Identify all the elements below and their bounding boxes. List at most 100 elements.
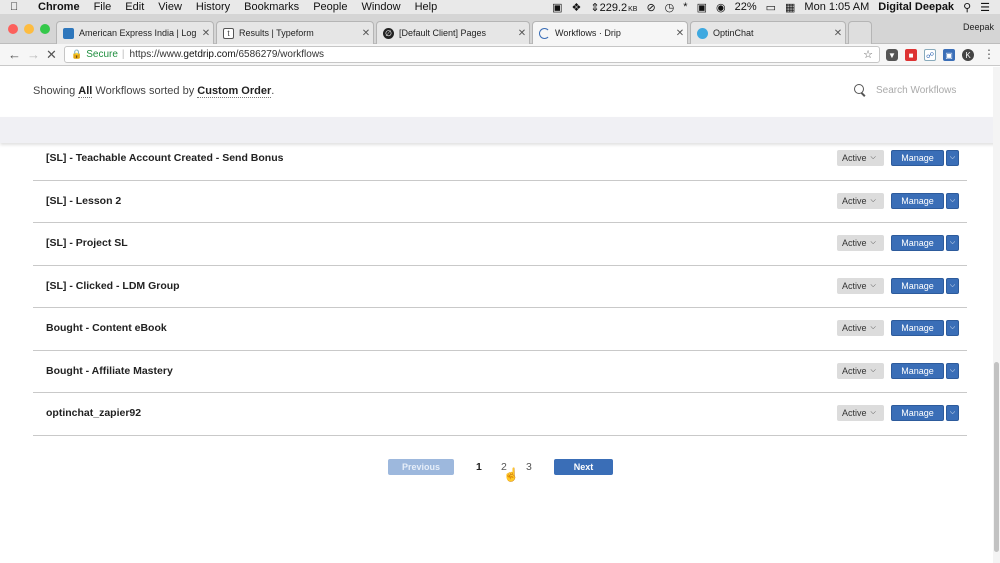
menu-view[interactable]: View: [158, 1, 182, 13]
search-workflows-input[interactable]: [876, 84, 966, 96]
notification-center-icon[interactable]: ☰: [980, 1, 990, 14]
previous-page-button[interactable]: Previous: [388, 459, 454, 475]
manage-dropdown-toggle[interactable]: ⌵: [946, 277, 959, 294]
extension-icon[interactable]: ▣: [943, 49, 955, 61]
window-minimize-button[interactable]: [24, 24, 34, 34]
filter-dropdown[interactable]: All: [78, 85, 93, 98]
battery-icon[interactable]: ▭: [766, 1, 776, 14]
network-speed: ⇕229.2KB: [590, 1, 638, 14]
tab-typeform[interactable]: t Results | Typeform ✕: [216, 21, 374, 44]
manage-button[interactable]: Manage: [891, 235, 944, 251]
extension-badge-icon[interactable]: ■: [905, 49, 917, 61]
workflow-name[interactable]: [SL] - Teachable Account Created - Send …: [46, 152, 283, 164]
tab-american-express[interactable]: American Express India | Log i ✕: [56, 21, 214, 44]
tab-close-icon[interactable]: ✕: [359, 28, 373, 39]
status-dropdown[interactable]: Active ⌵: [837, 405, 884, 421]
manage-button[interactable]: Manage: [891, 362, 944, 379]
workflow-name[interactable]: [SL] - Lesson 2: [46, 195, 121, 207]
page-1-link[interactable]: 1: [476, 461, 482, 473]
status-dropdown[interactable]: Active ⌵: [837, 362, 884, 379]
workflow-name[interactable]: [SL] - Clicked - LDM Group: [46, 280, 180, 292]
wifi-icon[interactable]: ◉: [716, 1, 726, 14]
menu-people[interactable]: People: [313, 1, 347, 13]
manage-dropdown-toggle[interactable]: ⌵: [946, 192, 959, 209]
tab-close-icon[interactable]: ✕: [831, 28, 845, 39]
mac-menubar:  Chrome File Edit View History Bookmark…: [0, 0, 1000, 14]
spotlight-icon[interactable]: ⚲: [963, 1, 971, 14]
dropbox-icon[interactable]: ❖: [571, 1, 581, 14]
workflow-row: [SL] - Clicked - LDM Group Active ⌵ Manag…: [33, 266, 967, 308]
workflow-name[interactable]: Bought - Content eBook: [46, 322, 167, 334]
next-page-button[interactable]: Next: [554, 459, 613, 475]
status-dropdown[interactable]: Active ⌵: [837, 192, 884, 209]
manage-button[interactable]: Manage: [891, 192, 944, 209]
manage-dropdown-toggle[interactable]: ⌵: [946, 235, 959, 251]
bookmark-star-icon[interactable]: ☆: [863, 48, 873, 61]
forward-arrow-icon[interactable]: →: [27, 47, 40, 62]
chevron-down-icon: ⌵: [870, 281, 876, 289]
user-name[interactable]: Digital Deepak: [878, 1, 954, 13]
manage-dropdown-toggle[interactable]: ⌵: [946, 320, 959, 336]
back-arrow-icon[interactable]: ←: [8, 47, 21, 62]
workflow-name[interactable]: [SL] - Project SL: [46, 237, 128, 249]
lock-icon[interactable]: ▣: [697, 1, 707, 14]
menu-window[interactable]: Window: [361, 1, 400, 13]
menu-file[interactable]: File: [94, 1, 112, 13]
pagination: Previous 1 2 3 Next: [0, 459, 1000, 477]
workflow-name[interactable]: Bought - Affiliate Mastery: [46, 365, 173, 377]
window-zoom-button[interactable]: [40, 24, 50, 34]
manage-dropdown-toggle[interactable]: ⌵: [946, 405, 959, 421]
status-dropdown[interactable]: Active ⌵: [837, 277, 884, 294]
pocket-icon[interactable]: ▼: [886, 49, 898, 61]
workflow-row: [SL] - Teachable Account Created - Send …: [33, 138, 967, 181]
padlock-icon[interactable]: 🔒: [71, 49, 82, 60]
new-tab-button[interactable]: [848, 21, 872, 44]
chevron-down-icon: ⌵: [870, 324, 876, 331]
manage-button[interactable]: Manage: [891, 150, 944, 166]
url-text[interactable]: https://www.getdrip.com/6586279/workflow…: [130, 49, 325, 60]
tab-close-icon[interactable]: ✕: [673, 28, 687, 39]
menu-edit[interactable]: Edit: [125, 1, 144, 13]
menu-bookmarks[interactable]: Bookmarks: [244, 1, 299, 13]
clock-text[interactable]: Mon 1:05 AM: [804, 1, 869, 13]
workflow-row: Bought - Content eBook Active ⌵ Manage ⌵: [33, 308, 967, 351]
chrome-menu-icon[interactable]: ⋮: [983, 47, 995, 61]
clock-icon[interactable]: ◷: [665, 1, 675, 14]
tab-close-icon[interactable]: ✕: [515, 28, 529, 39]
link-extension-icon[interactable]: ☍: [924, 49, 936, 61]
search-icon[interactable]: [854, 84, 866, 96]
status-dropdown[interactable]: Active ⌵: [837, 235, 884, 251]
status-dropdown[interactable]: Active ⌵: [837, 320, 884, 336]
manage-button[interactable]: Manage: [891, 320, 944, 336]
tab-optinchat[interactable]: OptinChat ✕: [690, 21, 846, 44]
manage-dropdown-toggle[interactable]: ⌵: [946, 150, 959, 166]
page-3-link[interactable]: 3: [526, 461, 532, 473]
scrollbar-thumb[interactable]: [994, 362, 999, 552]
bluetooth-icon[interactable]: *: [683, 1, 687, 13]
account-avatar[interactable]: K: [962, 49, 974, 61]
menu-app-name[interactable]: Chrome: [38, 1, 80, 13]
manage-button[interactable]: Manage: [891, 277, 944, 294]
menu-history[interactable]: History: [196, 1, 230, 13]
sync-icon[interactable]: ⊘: [646, 1, 655, 14]
window-close-button[interactable]: [8, 24, 18, 34]
tab-close-icon[interactable]: ✕: [199, 28, 213, 39]
battery-percent: 22%: [734, 1, 757, 13]
menu-help[interactable]: Help: [415, 1, 438, 13]
page-scrollbar[interactable]: [993, 67, 1000, 563]
flag-icon[interactable]: ▦: [785, 1, 795, 14]
tab-favicon-icon: [63, 27, 74, 39]
tab-strip: American Express India | Log i ✕ t Resul…: [0, 14, 1000, 44]
address-bar[interactable]: 🔒 Secure | https://www.getdrip.com/65862…: [64, 46, 880, 63]
tab-workflows-drip[interactable]: Workflows · Drip ✕: [532, 21, 688, 44]
camera-icon[interactable]: ▣: [552, 1, 562, 14]
apple-icon[interactable]: : [10, 1, 24, 13]
manage-button[interactable]: Manage: [891, 405, 944, 421]
status-dropdown[interactable]: Active ⌵: [837, 150, 884, 166]
workflow-name[interactable]: optinchat_zapier92: [46, 407, 141, 419]
tab-default-client-pages[interactable]: ∅ [Default Client] Pages ✕: [376, 21, 530, 44]
manage-dropdown-toggle[interactable]: ⌵: [946, 362, 959, 379]
sort-dropdown[interactable]: Custom Order: [197, 85, 272, 98]
profile-button[interactable]: Deepak: [963, 22, 994, 32]
stop-loading-icon[interactable]: ✕: [46, 47, 57, 63]
